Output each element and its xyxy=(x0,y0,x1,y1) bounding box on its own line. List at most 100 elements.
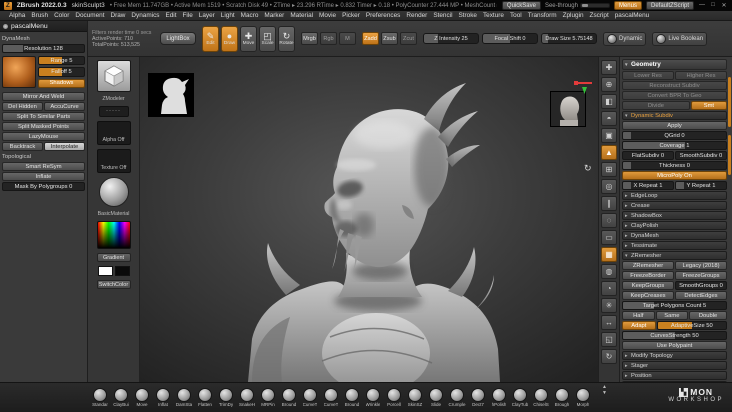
tray-brush-item[interactable]: Wrinkle xyxy=(363,388,383,407)
see-through-knob[interactable] xyxy=(581,4,588,7)
falloff-slider[interactable]: Falloff 5 xyxy=(38,67,85,77)
menu-item[interactable]: Movie xyxy=(316,12,339,19)
shadowbox-header[interactable]: ▸ ShadowBox xyxy=(622,211,727,220)
alpha-selector[interactable]: Alpha Off xyxy=(96,121,131,145)
menu-item[interactable]: Macro xyxy=(238,12,262,19)
micropoly-button[interactable]: MicroPoly On xyxy=(622,171,727,180)
tray-brush-item[interactable]: Dect7 xyxy=(468,388,488,407)
aahalf-icon[interactable]: ◓ xyxy=(601,111,617,126)
flat-subdiv-slider[interactable]: FlatSubdiv 0 xyxy=(622,151,674,160)
range-slider[interactable]: Range 5 xyxy=(38,56,85,66)
panel-scrollbar[interactable] xyxy=(728,77,731,237)
split-masked-points-button[interactable]: Split Masked Points xyxy=(2,122,85,131)
dynamesh-label[interactable]: DynaMesh xyxy=(2,34,85,43)
zadd-button[interactable]: Zadd xyxy=(362,32,379,45)
tray-brush-item[interactable]: Bround xyxy=(279,388,299,407)
smooth-subdiv-slider[interactable]: SmoothSubdiv 0 xyxy=(675,151,727,160)
menu-item[interactable]: Dynamics xyxy=(128,12,162,19)
edgeloop-header[interactable]: ▸ EdgeLoop xyxy=(622,191,727,200)
window-control-button[interactable]: — xyxy=(698,2,706,9)
scroll-icon[interactable]: ✚ xyxy=(601,60,617,75)
tray-brush-item[interactable]: Brough xyxy=(552,388,572,407)
use-polypaint-button[interactable]: Use Polypaint xyxy=(622,341,727,350)
backtrack-button[interactable]: Backtrack xyxy=(2,142,43,151)
floor-icon[interactable]: ⊞ xyxy=(601,162,617,177)
menu-item[interactable]: Preferences xyxy=(363,12,403,19)
tray-brush-item[interactable]: SkinSZ xyxy=(405,388,425,407)
local-icon[interactable]: ◎ xyxy=(601,179,617,194)
tray-brush-item[interactable]: Inflat xyxy=(153,388,173,407)
menu-item[interactable]: Color xyxy=(51,12,72,19)
menu-item[interactable]: Stroke xyxy=(456,12,480,19)
shadows-button[interactable]: Shadows xyxy=(38,78,85,88)
menu-item[interactable]: Zplugin xyxy=(560,12,587,19)
lower-res-button[interactable]: Lower Res xyxy=(622,71,674,80)
smooth-groups-slider[interactable]: SmoothGroups 0 xyxy=(675,281,727,290)
tray-brush-item[interactable]: CurveT xyxy=(300,388,320,407)
crease-header[interactable]: ▸ Crease xyxy=(622,201,727,210)
scale-button[interactable]: ◰ Scale xyxy=(259,25,276,52)
lazymouse-button[interactable]: LazyMouse xyxy=(2,132,85,141)
document-thumbnail[interactable] xyxy=(148,73,194,117)
tray-scroll-down[interactable]: ▼ xyxy=(602,391,607,396)
menu-item[interactable]: Layer xyxy=(196,12,218,19)
focal-shift-slider[interactable]: Focal Shift 0 xyxy=(482,33,538,44)
move-3d-icon[interactable]: ↔ xyxy=(601,315,617,330)
zoom-icon[interactable]: ⊕ xyxy=(601,77,617,92)
ghost-icon[interactable]: ◔ xyxy=(601,281,617,296)
menu-item[interactable]: Material xyxy=(287,12,316,19)
menu-item[interactable]: Transform xyxy=(525,12,560,19)
geometry-header[interactable]: ▾ Geometry xyxy=(622,59,727,70)
dynamic-toggle[interactable]: Dynamic xyxy=(603,31,647,46)
claypolish-header[interactable]: ▸ ClayPolish xyxy=(622,221,727,230)
tray-brush-item[interactable]: Porcell xyxy=(384,388,404,407)
coverage-slider[interactable]: Coverage 1 xyxy=(622,141,727,150)
dynamesh-header[interactable]: ▸ DynaMesh xyxy=(622,231,727,240)
menu-item[interactable]: Light xyxy=(218,12,238,19)
reconstruct-subdiv-button[interactable]: Reconstruct Subdiv xyxy=(622,81,727,90)
same-button[interactable]: Same xyxy=(655,311,689,320)
polyf-icon[interactable]: ▦ xyxy=(601,247,617,262)
xpose-icon[interactable]: ✳ xyxy=(601,298,617,313)
main-color-swatch[interactable] xyxy=(97,266,113,276)
see-through-track[interactable] xyxy=(579,3,610,8)
menus-button[interactable]: Menus xyxy=(613,1,642,10)
tray-brush-item[interactable]: Move xyxy=(132,388,152,407)
color-picker[interactable] xyxy=(96,221,131,249)
zremesher-header[interactable]: ▾ ZRemesher xyxy=(622,251,727,260)
menu-item[interactable]: Zscript xyxy=(587,12,612,19)
split-to-similar-parts-button[interactable]: Split To Similar Parts xyxy=(2,112,85,121)
lightbox-button[interactable]: LightBox xyxy=(160,32,196,45)
zcut-button[interactable]: Zcut xyxy=(400,32,417,45)
actual-icon[interactable]: ▣ xyxy=(601,128,617,143)
tray-brush-item[interactable]: hPolish xyxy=(489,388,509,407)
stroke-selector[interactable]: ····· xyxy=(98,106,129,117)
switch-color-button[interactable]: SwitchColor xyxy=(96,280,131,289)
tray-brush-item[interactable]: ChiselS xyxy=(531,388,551,407)
tray-brush-item[interactable]: Bround xyxy=(342,388,362,407)
lsym-icon[interactable]: ∥ xyxy=(601,196,617,211)
menu-item[interactable]: File xyxy=(179,12,195,19)
stager-header[interactable]: ▸ Stager xyxy=(622,361,727,370)
rgb-button[interactable]: Rgb xyxy=(320,32,337,45)
menu-item[interactable]: Texture xyxy=(480,12,507,19)
move-button[interactable]: ✚ Move xyxy=(240,25,257,52)
draw-size-slider[interactable]: Draw Size 5.75148 xyxy=(541,33,597,44)
mirror-and-weld-button[interactable]: Mirror And Weld xyxy=(2,92,85,101)
z-intensity-slider[interactable]: Z Intensity 25 xyxy=(423,33,479,44)
quicksave-button[interactable]: QuickSave xyxy=(501,1,541,10)
tray-brush-item[interactable]: CurveT xyxy=(321,388,341,407)
brush-preview-thumbnail[interactable] xyxy=(2,56,36,88)
interpolate-button[interactable]: Interpolate xyxy=(44,142,85,151)
tray-brush-item[interactable]: DamSta xyxy=(174,388,194,407)
double-button[interactable]: Double xyxy=(689,311,727,320)
window-control-button[interactable]: ✕ xyxy=(720,2,728,9)
curves-strength-slider[interactable]: CurvesStrength 50 xyxy=(622,331,727,340)
topological-label[interactable]: Topological xyxy=(2,152,85,161)
del-hidden-button[interactable]: Del Hidden xyxy=(2,102,43,111)
menu-item[interactable]: Draw xyxy=(107,12,128,19)
texture-selector[interactable]: Texture Off xyxy=(96,149,131,173)
keep-creases-button[interactable]: KeepCreases xyxy=(622,291,674,300)
pascalmenu-header[interactable]: pascalMenu xyxy=(0,21,87,32)
half-button[interactable]: Half xyxy=(622,311,655,320)
